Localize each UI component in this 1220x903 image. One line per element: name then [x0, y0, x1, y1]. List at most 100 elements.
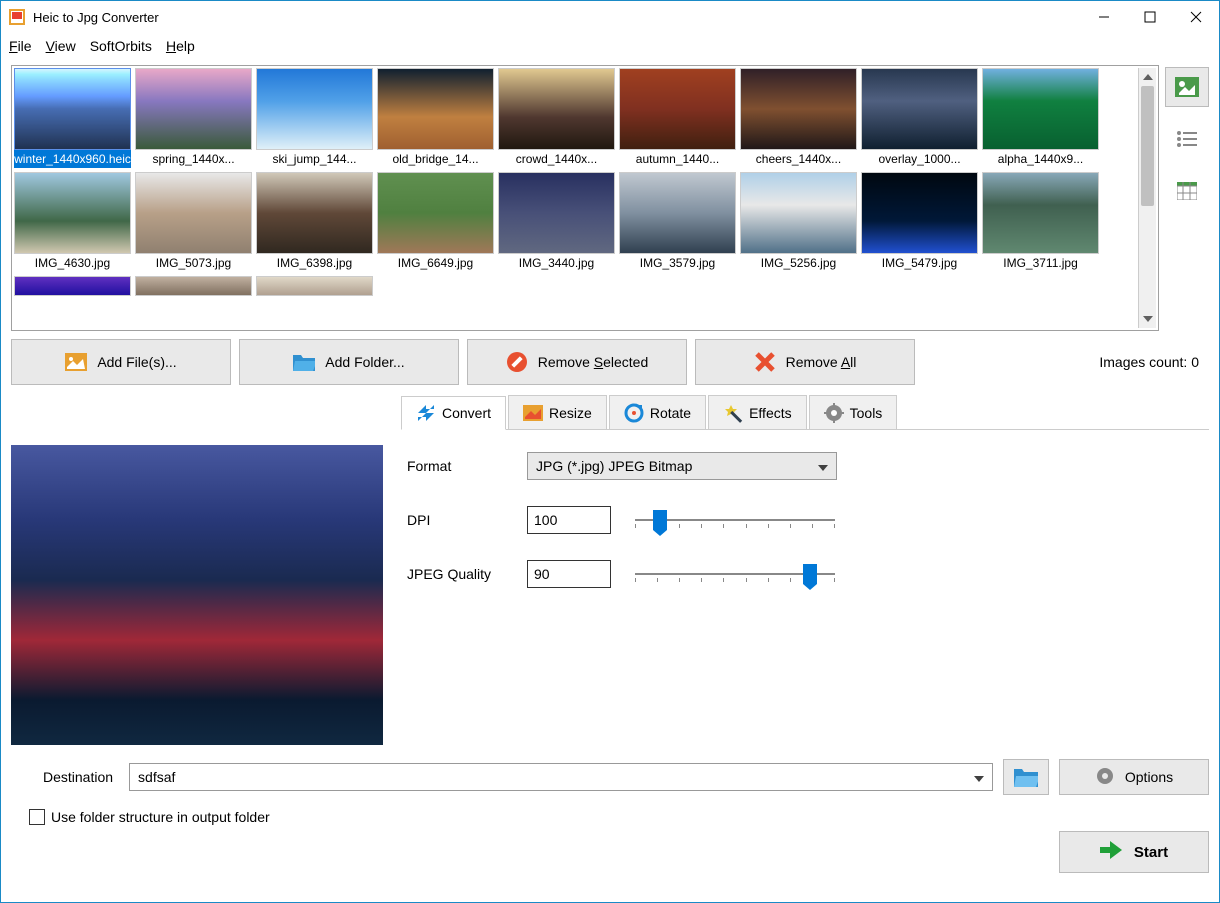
- tab-resize[interactable]: Resize: [508, 395, 607, 429]
- thumbnail-item[interactable]: old_bridge_14...: [377, 68, 494, 168]
- thumbnail-item[interactable]: [135, 276, 252, 296]
- view-grid-button[interactable]: [1165, 171, 1209, 211]
- remove-all-icon: [754, 351, 776, 373]
- scroll-down-icon[interactable]: [1139, 310, 1156, 328]
- thumbnail-image: [740, 68, 857, 150]
- thumbnail-item[interactable]: IMG_6649.jpg: [377, 172, 494, 272]
- thumbnail-label: IMG_5073.jpg: [135, 254, 252, 272]
- thumbnail-image: [861, 68, 978, 150]
- thumbnail-image: [740, 172, 857, 254]
- dpi-slider-handle[interactable]: [653, 510, 667, 530]
- thumbnail-label: IMG_3579.jpg: [619, 254, 736, 272]
- settings-tabs: Convert Resize Rotate Effects Tools: [401, 395, 1209, 430]
- start-icon: [1100, 841, 1122, 863]
- destination-select[interactable]: sdfsaf: [129, 763, 993, 791]
- preview-image: [11, 445, 383, 745]
- thumbnail-item[interactable]: IMG_3579.jpg: [619, 172, 736, 272]
- tools-icon: [824, 403, 844, 423]
- thumbnail-image: [377, 172, 494, 254]
- thumbnail-image: [135, 68, 252, 150]
- options-button[interactable]: Options: [1059, 759, 1209, 795]
- remove-all-button[interactable]: Remove All: [695, 339, 915, 385]
- dpi-input[interactable]: [527, 506, 611, 534]
- thumbnail-item[interactable]: overlay_1000...: [861, 68, 978, 168]
- remove-all-label: Remove All: [786, 354, 857, 370]
- thumbnail-item[interactable]: autumn_1440...: [619, 68, 736, 168]
- menu-file[interactable]: File: [9, 38, 32, 54]
- dpi-slider[interactable]: [635, 510, 835, 530]
- gear-icon: [1095, 766, 1115, 789]
- thumbnail-label: IMG_3440.jpg: [498, 254, 615, 272]
- remove-selected-button[interactable]: Remove Selected: [467, 339, 687, 385]
- thumbnail-label: IMG_6649.jpg: [377, 254, 494, 272]
- menu-help[interactable]: Help: [166, 38, 195, 54]
- thumbnail-image: [982, 172, 1099, 254]
- folder-structure-label: Use folder structure in output folder: [51, 809, 270, 825]
- tab-tools[interactable]: Tools: [809, 395, 898, 429]
- thumbnail-image: [498, 172, 615, 254]
- thumbnail-image: [135, 172, 252, 254]
- remove-selected-icon: [506, 351, 528, 373]
- thumbnail-image: [861, 172, 978, 254]
- thumbnail-item[interactable]: [14, 276, 131, 296]
- destination-label: Destination: [43, 769, 113, 785]
- view-list-button[interactable]: [1165, 119, 1209, 159]
- thumbnail-label: spring_1440x...: [135, 150, 252, 168]
- thumbnail-label: IMG_3711.jpg: [982, 254, 1099, 272]
- dpi-label: DPI: [407, 512, 527, 528]
- menu-view[interactable]: View: [46, 38, 76, 54]
- thumbnail-label: IMG_5256.jpg: [740, 254, 857, 272]
- thumbnail-item[interactable]: cheers_1440x...: [740, 68, 857, 168]
- thumbnail-image: [14, 276, 131, 296]
- thumbnail-label: ski_jump_144...: [256, 150, 373, 168]
- maximize-button[interactable]: [1127, 1, 1173, 33]
- thumbnail-label: overlay_1000...: [861, 150, 978, 168]
- tab-convert[interactable]: Convert: [401, 396, 506, 430]
- thumbnail-item[interactable]: alpha_1440x9...: [982, 68, 1099, 168]
- thumbnail-item[interactable]: IMG_3440.jpg: [498, 172, 615, 272]
- close-button[interactable]: [1173, 1, 1219, 33]
- thumbnail-image: [377, 68, 494, 150]
- thumbnail-image: [256, 276, 373, 296]
- format-select[interactable]: JPG (*.jpg) JPEG Bitmap: [527, 452, 837, 480]
- thumbnail-image: [14, 172, 131, 254]
- thumbnail-item[interactable]: winter_1440x960.heic: [14, 68, 131, 168]
- thumbnail-item[interactable]: IMG_4630.jpg: [14, 172, 131, 272]
- tab-rotate[interactable]: Rotate: [609, 395, 706, 429]
- menu-softorbits[interactable]: SoftOrbits: [90, 38, 152, 54]
- effects-icon: [723, 403, 743, 423]
- thumbnail-gallery: winter_1440x960.heicspring_1440x...ski_j…: [11, 65, 1159, 331]
- scroll-up-icon[interactable]: [1139, 68, 1156, 86]
- thumbnail-item[interactable]: [256, 276, 373, 296]
- add-files-button[interactable]: Add File(s)...: [11, 339, 231, 385]
- quality-slider-handle[interactable]: [803, 564, 817, 584]
- quality-label: JPEG Quality: [407, 566, 527, 582]
- thumbnail-label: IMG_5479.jpg: [861, 254, 978, 272]
- tab-effects[interactable]: Effects: [708, 395, 807, 429]
- view-thumbnails-button[interactable]: [1165, 67, 1209, 107]
- thumbnail-label: IMG_6398.jpg: [256, 254, 373, 272]
- add-folder-label: Add Folder...: [325, 354, 404, 370]
- thumbnail-item[interactable]: IMG_5479.jpg: [861, 172, 978, 272]
- thumbnail-label: alpha_1440x9...: [982, 150, 1099, 168]
- thumbnail-item[interactable]: IMG_5073.jpg: [135, 172, 252, 272]
- quality-slider[interactable]: [635, 564, 835, 584]
- chevron-down-icon: [974, 769, 984, 785]
- browse-folder-button[interactable]: [1003, 759, 1049, 795]
- thumbnail-image: [982, 68, 1099, 150]
- start-button[interactable]: Start: [1059, 831, 1209, 873]
- thumbnail-item[interactable]: ski_jump_144...: [256, 68, 373, 168]
- add-folder-button[interactable]: Add Folder...: [239, 339, 459, 385]
- thumbnail-item[interactable]: IMG_3711.jpg: [982, 172, 1099, 272]
- chevron-down-icon: [818, 458, 828, 474]
- folder-structure-checkbox[interactable]: [29, 809, 45, 825]
- thumbnail-item[interactable]: IMG_6398.jpg: [256, 172, 373, 272]
- gallery-scrollbar[interactable]: [1138, 68, 1156, 328]
- minimize-button[interactable]: [1081, 1, 1127, 33]
- thumbnail-item[interactable]: IMG_5256.jpg: [740, 172, 857, 272]
- add-files-icon: [65, 351, 87, 373]
- scroll-thumb[interactable]: [1141, 86, 1154, 206]
- thumbnail-item[interactable]: crowd_1440x...: [498, 68, 615, 168]
- thumbnail-item[interactable]: spring_1440x...: [135, 68, 252, 168]
- quality-input[interactable]: [527, 560, 611, 588]
